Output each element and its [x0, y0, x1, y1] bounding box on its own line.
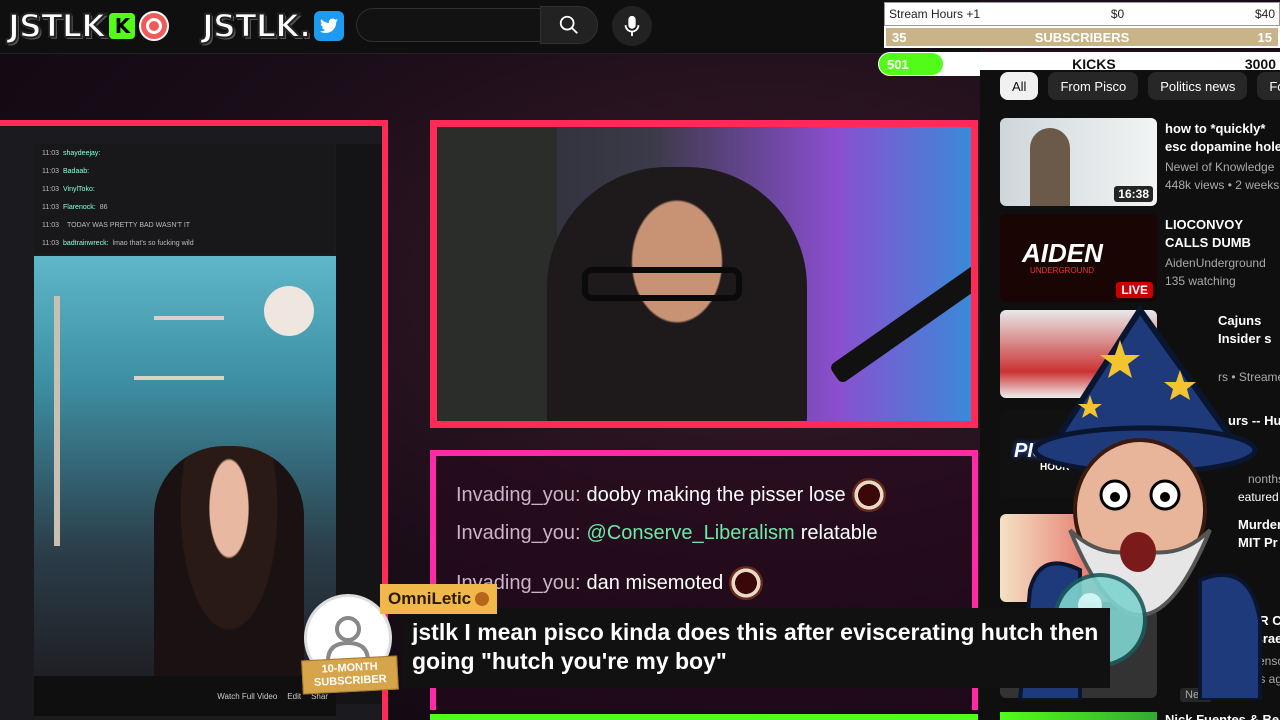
- glasses: [582, 267, 742, 301]
- chip-from-pisco[interactable]: From Pisco: [1048, 72, 1139, 100]
- live-badge: LIVE: [1116, 282, 1153, 298]
- video-controls: Watch Full Video Edit Shar: [34, 676, 336, 716]
- subscribers-target: 15: [1257, 29, 1272, 45]
- chat-highlight: jstlk I mean pisco kinda does this after…: [301, 582, 1110, 695]
- kick-icon: K: [108, 13, 135, 39]
- video-item[interactable]: AIDEN UNDERGROUND LIVE LIOCONVOY CALLS D…: [1000, 214, 1280, 302]
- logo-text: JSTLK: [7, 6, 107, 46]
- subscribers-current: 35: [892, 29, 907, 45]
- twitter-icon: [314, 11, 345, 41]
- top-bar: JSTLK K JSTLK.: [0, 0, 980, 54]
- stream-goals: Stream Hours +1 $0 $40 35 SUBSCRIBERS 15…: [878, 0, 1280, 78]
- chat-message: Invading_you: dooby making the pisser lo…: [456, 478, 886, 512]
- subscribers-label: SUBSCRIBERS: [1034, 29, 1130, 45]
- subscribers-goal: 35 SUBSCRIBERS 15: [884, 26, 1280, 48]
- mic-arm: [828, 251, 971, 385]
- chip-politics-news[interactable]: Politics news: [1148, 72, 1248, 100]
- search-icon: [559, 15, 578, 34]
- video-channel[interactable]: AidenUnderground: [1165, 256, 1266, 270]
- filter-chips: All From Pisco Politics news For: [1000, 72, 1280, 100]
- chat-line: 11:03 shaydeejay:: [42, 149, 101, 157]
- emote-icon: [851, 478, 886, 512]
- kicks-progress: 501: [879, 53, 943, 75]
- watch-full-video-button[interactable]: Watch Full Video: [217, 692, 277, 701]
- chat-line: 11:03 Flarenock: 86: [42, 203, 108, 211]
- chat-message: Invading_you: @Conserve_Liberalism relat…: [456, 522, 877, 545]
- highlight-username: OmniLetic: [380, 584, 498, 614]
- chat-username: Invading_you:: [456, 483, 581, 506]
- stream-hours-label: Stream Hours +1: [889, 7, 981, 21]
- thumbnail-subtext: UNDERGROUND: [1030, 266, 1094, 275]
- stream-hours-goal: Stream Hours +1 $0 $40: [884, 2, 1280, 26]
- stream-hours-target: $40: [1254, 7, 1275, 21]
- left-webcam-video: [34, 256, 336, 676]
- edit-button[interactable]: Edit: [287, 692, 301, 701]
- chat-username: Invading_you:: [456, 522, 581, 544]
- jstlk-kick-logo: JSTLK K: [7, 6, 169, 46]
- stream-hours-current: $0: [1110, 7, 1125, 21]
- chip-for[interactable]: For: [1257, 72, 1280, 100]
- subscriber-badge: 10-MONTH SUBSCRIBER: [301, 655, 399, 695]
- left-chat-strip: 11:03 shaydeejay: 11:03 Badaab: 11:03 Vinyl…: [34, 144, 334, 254]
- jstlk-twitter-logo: JSTLK.: [201, 6, 345, 46]
- chat-line: 11:03 Badaab:: [42, 167, 90, 175]
- highlight-message: jstlk I mean pisco kinda does this after…: [402, 608, 1110, 688]
- video-thumbnail[interactable]: [1000, 712, 1157, 720]
- coin-icon: [475, 592, 490, 606]
- record-icon: [138, 11, 169, 41]
- microphone-icon: [624, 15, 640, 37]
- logo-text-secondary: JSTLK.: [201, 6, 312, 46]
- chat-line: 11:03 TODAY WAS PRETTY BAD WASN'T IT: [42, 221, 191, 229]
- video-channel[interactable]: Newel of Knowledge: [1165, 160, 1274, 174]
- streamer-left: [154, 446, 304, 676]
- stream-screen: JSTLK K JSTLK. Stream Hours +1 $0 $40 35…: [0, 0, 1280, 720]
- search-input[interactable]: [356, 8, 540, 42]
- chat-line: 11:03 VinylToko:: [42, 185, 95, 193]
- search-button[interactable]: [540, 6, 598, 44]
- chip-all[interactable]: All: [1000, 72, 1039, 100]
- chat-text: dooby making the pisser lose: [586, 483, 846, 506]
- video-meta: 135 watching: [1165, 274, 1236, 288]
- bottom-green-strip: [430, 714, 978, 720]
- voice-search-button[interactable]: [612, 6, 652, 46]
- center-webcam-frame: [430, 120, 978, 428]
- video-thumbnail[interactable]: 16:38: [1000, 118, 1157, 206]
- video-title[interactable]: how to *quickly* esc dopamine hole: [1165, 120, 1280, 156]
- chat-text: relatable: [800, 522, 878, 544]
- video-title[interactable]: LIOCONVOY CALLS DUMB TRUMP TWE: [1165, 216, 1280, 252]
- video-item[interactable]: 16:38 how to *quickly* esc dopamine hole…: [1000, 118, 1280, 206]
- video-thumbnail[interactable]: AIDEN UNDERGROUND LIVE: [1000, 214, 1157, 302]
- video-duration: 16:38: [1114, 186, 1153, 202]
- chat-mention: @Conserve_Liberalism: [586, 522, 795, 544]
- video-meta: 448k views • 2 weeks a: [1165, 178, 1280, 192]
- chat-line: 11:03 badtrainwreck: lmao that's so fuckin…: [42, 239, 194, 247]
- thumbnail-text: AIDEN: [1022, 238, 1103, 268]
- video-title[interactable]: Nick Fuentes & Be: [1165, 712, 1279, 720]
- highlight-username-text: OmniLetic: [388, 589, 472, 608]
